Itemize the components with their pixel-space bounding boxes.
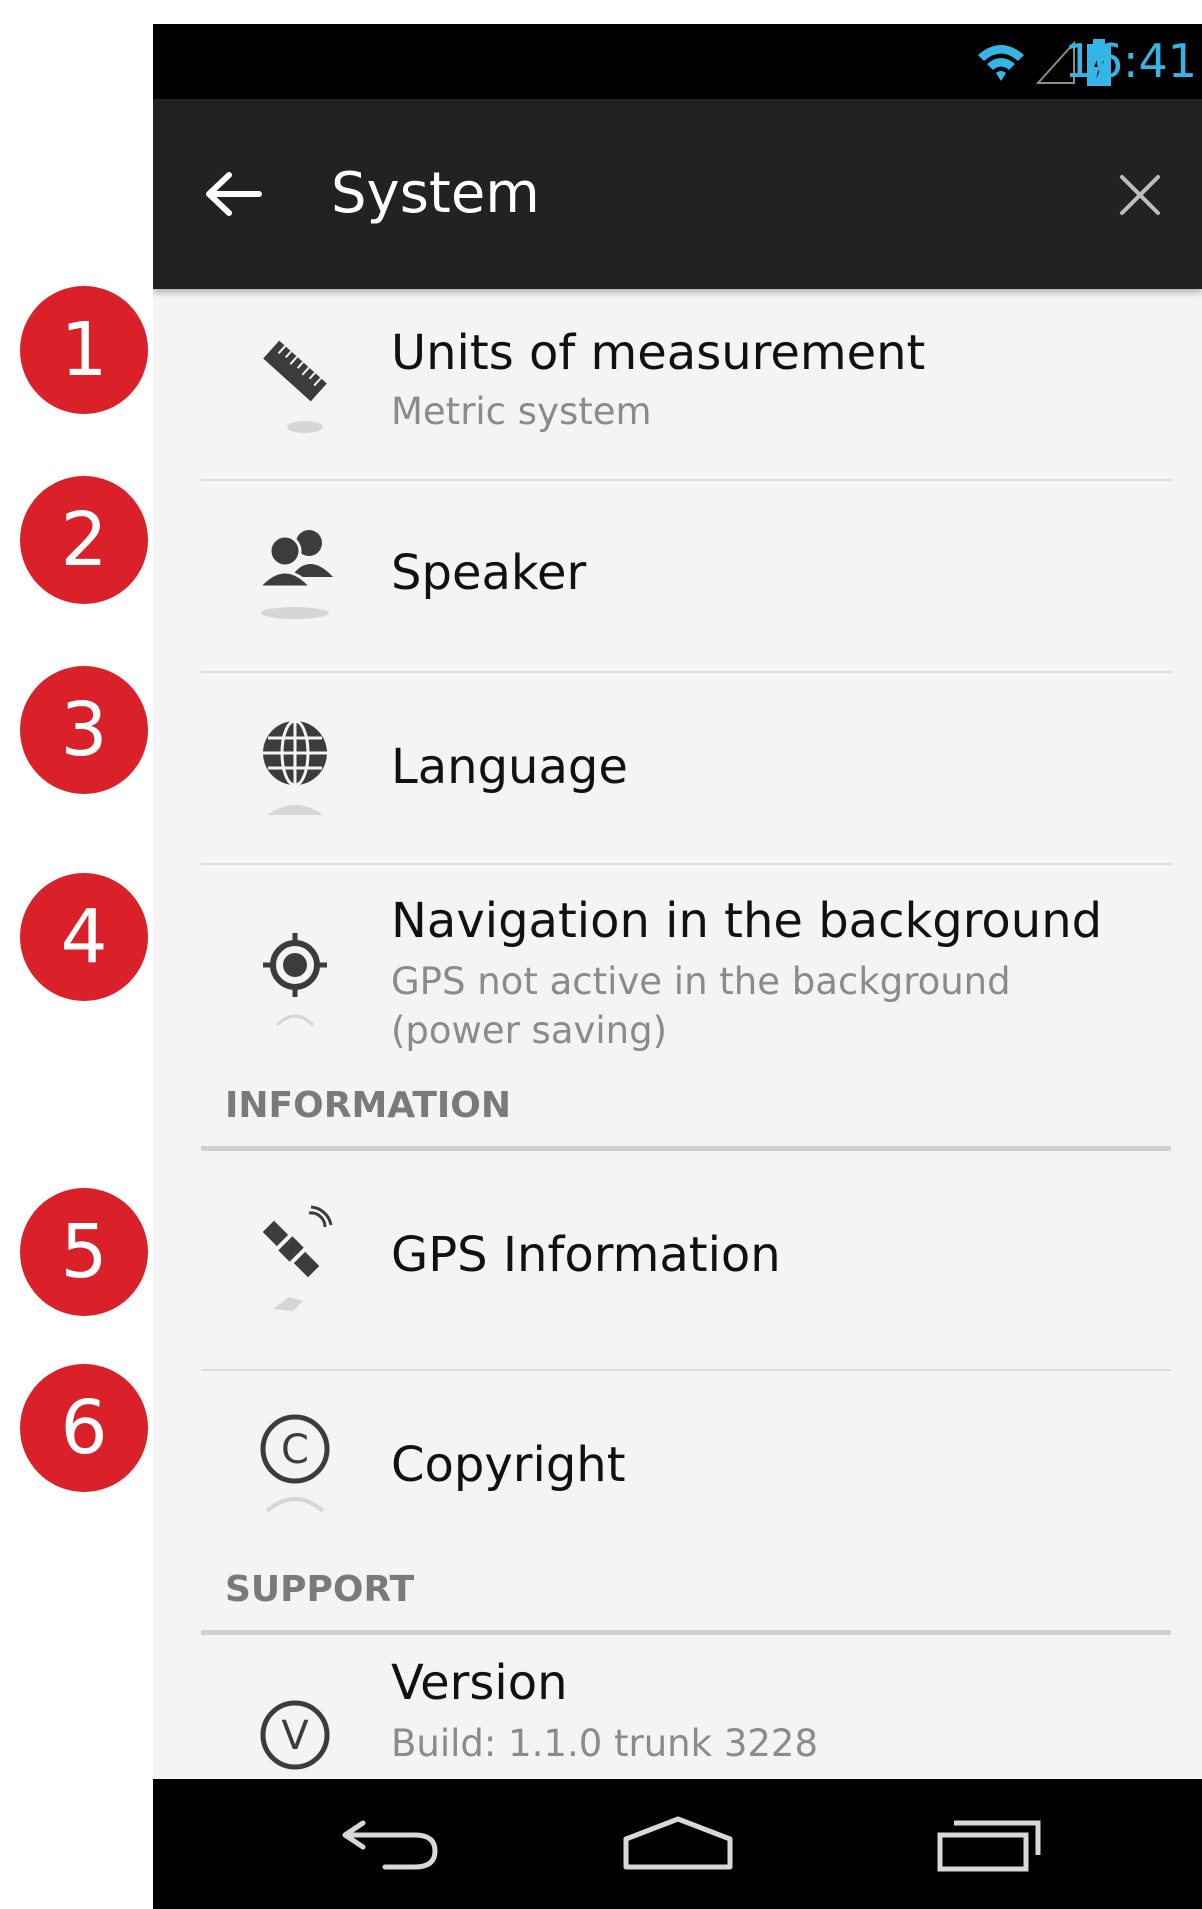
settings-item-units[interactable]: Units of measurement Metric system	[153, 289, 1202, 479]
speaker-label: Speaker	[391, 545, 587, 601]
settings-item-speaker[interactable]: Speaker	[153, 481, 1202, 671]
language-label: Language	[391, 739, 628, 795]
back-arrow-icon[interactable]	[203, 169, 263, 219]
callout-badge-5: 5	[20, 1188, 148, 1316]
callout-badge-2: 2	[20, 476, 148, 604]
gps-target-icon	[263, 933, 327, 1027]
wifi-icon	[978, 45, 1024, 81]
callout-badge-3: 3	[20, 666, 148, 794]
status-clock: 16:41	[1064, 34, 1197, 88]
speaker-people-icon	[255, 530, 333, 619]
callout-badge-1: 1	[20, 286, 148, 414]
section-header-support: SUPPORT	[225, 1569, 415, 1610]
callout-badge-4: 4	[20, 873, 148, 1001]
system-nav-bar	[153, 1779, 1202, 1909]
section-header-information: INFORMATION	[225, 1085, 512, 1126]
settings-item-gps-information[interactable]: GPS Information	[153, 1151, 1202, 1369]
satellite-icon	[262, 1205, 333, 1311]
status-bar: 16:41	[153, 24, 1202, 99]
copyright-label: Copyright	[391, 1437, 626, 1493]
settings-item-version[interactable]: V Version Build: 1.1.0 trunk 3228	[153, 1635, 1202, 1780]
svg-text:C: C	[281, 1427, 309, 1473]
page-title: System	[331, 161, 540, 226]
phone-screen: 16:41 System Units of measurement Metric…	[153, 24, 1202, 1909]
action-bar: System	[153, 99, 1202, 289]
globe-icon	[263, 719, 327, 815]
nav-recents-icon[interactable]	[928, 1809, 1048, 1879]
svg-text:V: V	[281, 1713, 309, 1759]
units-value: Metric system	[391, 390, 652, 433]
nav-back-icon[interactable]	[333, 1809, 453, 1879]
settings-item-background-navigation[interactable]: Navigation in the background GPS not act…	[153, 865, 1202, 1065]
version-label: Version	[391, 1655, 568, 1711]
version-value: Build: 1.1.0 trunk 3228	[391, 1722, 818, 1765]
background-navigation-value: GPS not active in the background	[391, 960, 1011, 1003]
close-icon[interactable]	[1118, 173, 1162, 217]
nav-home-icon[interactable]	[618, 1809, 738, 1879]
background-navigation-label: Navigation in the background	[391, 893, 1103, 949]
copyright-icon: C	[260, 1414, 330, 1513]
ruler-icon	[263, 340, 327, 433]
gps-information-label: GPS Information	[391, 1227, 781, 1283]
settings-item-language[interactable]: Language	[153, 673, 1202, 863]
units-label: Units of measurement	[391, 325, 926, 381]
background-navigation-value-line2: (power saving)	[391, 1009, 668, 1052]
callout-badge-6: 6	[20, 1364, 148, 1492]
settings-item-copyright[interactable]: C Copyright	[153, 1371, 1202, 1561]
